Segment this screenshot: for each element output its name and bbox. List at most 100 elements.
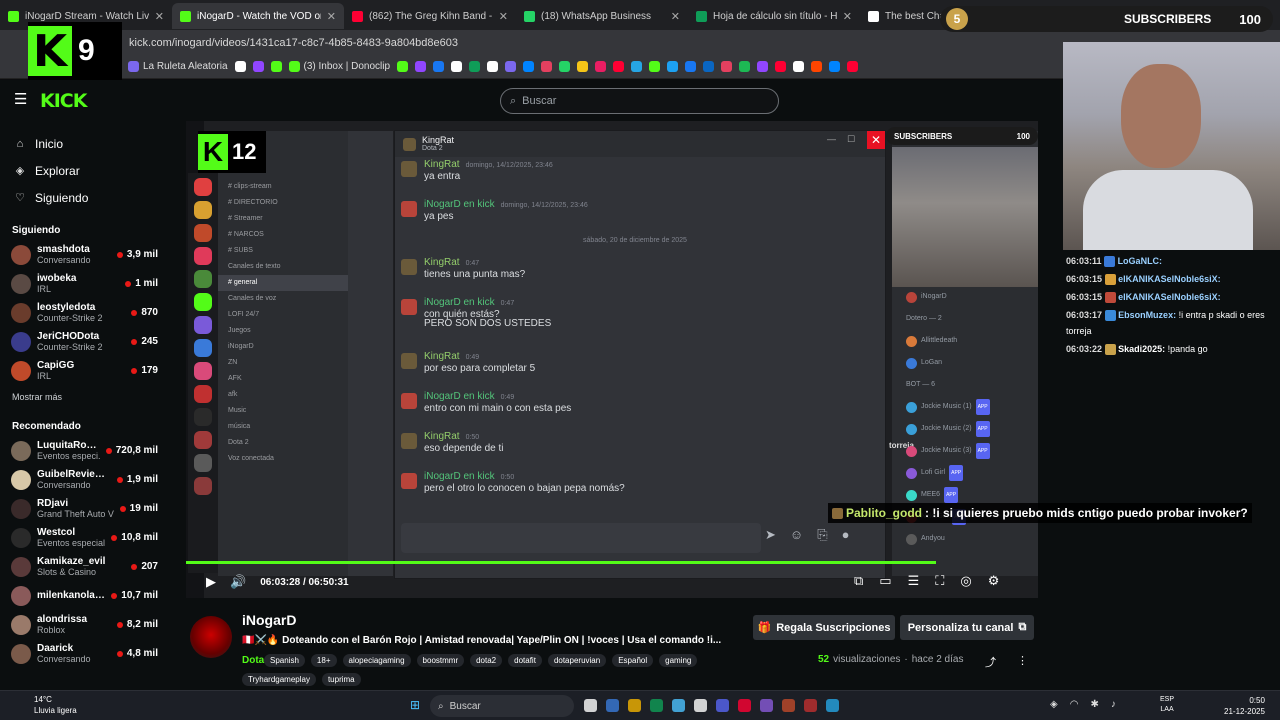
member-item[interactable]: BOT — 6 (892, 377, 1038, 393)
discord-channel[interactable]: # clips-stream (218, 179, 348, 195)
hamburger-menu-icon[interactable]: ☰ (14, 90, 27, 108)
bookmark[interactable] (649, 61, 661, 72)
bookmark[interactable] (523, 61, 535, 72)
tag[interactable]: dotafit (508, 654, 542, 667)
member-item[interactable]: MEE6 APP (892, 487, 1038, 503)
volume-icon[interactable]: 🔊 (230, 574, 246, 590)
discord-channel[interactable]: Juegos (218, 323, 348, 339)
pip-icon[interactable]: ⧉ (854, 573, 863, 589)
server-icon[interactable] (194, 201, 212, 219)
member-item[interactable]: Jockie Music (2) APP (892, 421, 1038, 437)
discord-channel[interactable]: # general (218, 275, 348, 291)
taskbar-search[interactable]: ⌕ Buscar (430, 695, 574, 717)
member-item[interactable]: Jockie Music (1) APP (892, 399, 1038, 415)
browser-tab[interactable]: (18) WhatsApp Business ✕ (516, 3, 688, 29)
mic-icon[interactable]: ♪ (1111, 699, 1116, 710)
clip-icon[interactable]: ◎ (960, 573, 971, 589)
chat-username[interactable]: LoGaNLC: (1118, 256, 1163, 266)
channel-item[interactable]: Daarick Conversando 4,8 mil (0, 639, 180, 668)
discord-channel[interactable]: Canales de texto (218, 259, 348, 275)
channel-item[interactable]: Kamikaze_evil Slots & Casino 207 (0, 552, 180, 581)
bookmark[interactable] (541, 61, 553, 72)
tag[interactable]: Tryhardgameplay (242, 673, 316, 686)
taskbar-app-icon[interactable] (628, 699, 641, 712)
url-text[interactable]: kick.com/inogard/videos/1431ca17-c8c7-4b… (129, 37, 458, 49)
bookmark[interactable] (613, 61, 625, 72)
nav-item-siguiendo[interactable]: ♡ Siguiendo (0, 184, 180, 211)
member-item[interactable]: LoGan (892, 355, 1038, 371)
discord-channel[interactable]: Dota 2 (218, 435, 348, 451)
bookmark[interactable] (775, 61, 787, 72)
message-user[interactable]: KingRat (424, 351, 460, 362)
weather-widget[interactable]: 14°C Lluvia ligera (34, 694, 77, 716)
kick-logo[interactable]: KICK (40, 90, 87, 112)
discord-channel[interactable]: Voz conectada (218, 451, 348, 467)
clock[interactable]: 0:50 21-12-2025 (1224, 695, 1265, 717)
close-tab-icon[interactable]: ✕ (671, 10, 680, 23)
server-icon[interactable] (194, 385, 212, 403)
channel-item[interactable]: smashdota Conversando 3,9 mil (0, 240, 180, 269)
maximize-icon[interactable]: ☐ (847, 134, 855, 145)
channel-item[interactable]: GuibelReviewsD...Conversando 1,9 mil (0, 465, 180, 494)
tag[interactable]: gaming (659, 654, 698, 667)
member-item[interactable]: Dotero — 2 (892, 311, 1038, 327)
bookmark[interactable]: La Ruleta Aleatoria (128, 61, 228, 72)
member-item[interactable]: iNogarD (892, 289, 1038, 305)
close-tab-icon[interactable]: ✕ (155, 10, 164, 23)
bookmark[interactable] (252, 61, 264, 72)
discord-channel[interactable]: ZN (218, 355, 348, 371)
discord-channel[interactable]: música (218, 419, 348, 435)
bookmark[interactable] (505, 61, 517, 72)
channel-item[interactable]: alondrissa Roblox 8,2 mil (0, 610, 180, 639)
customize-channel-button[interactable]: Personaliza tu canal ⧉ (900, 615, 1034, 640)
discord-channel[interactable]: LOFI 24/7 (218, 307, 348, 323)
channel-item[interactable]: iwobeka IRL 1 mil (0, 269, 180, 298)
channel-item[interactable]: JeriCHODota Counter-Strike 2 245 (0, 327, 180, 356)
channel-item[interactable]: LuquitaRodri...Eventos especi... 720,8 mi… (0, 436, 180, 465)
streamer-name[interactable]: iNogarD (242, 612, 296, 628)
bookmark[interactable] (811, 61, 823, 72)
channel-item[interactable]: CapiGG IRL 179 (0, 356, 180, 385)
bookmark[interactable] (451, 61, 463, 72)
bookmark[interactable] (847, 61, 859, 72)
taskbar-app-icon[interactable] (760, 699, 773, 712)
close-icon[interactable]: ✕ (867, 131, 885, 149)
discord-channel[interactable]: AFK (218, 371, 348, 387)
message-user[interactable]: KingRat (424, 159, 460, 170)
server-icon[interactable] (194, 247, 212, 265)
bookmark[interactable] (234, 61, 246, 72)
message-user[interactable]: iNogarD en kick (424, 199, 495, 210)
bookmark[interactable] (487, 61, 499, 72)
channel-item[interactable]: RDjaviGrand Theft Auto V ... 19 mil (0, 494, 180, 523)
bluetooth-icon[interactable]: ✱ (1090, 699, 1098, 710)
server-icon[interactable] (194, 408, 212, 426)
bookmark[interactable] (469, 61, 481, 72)
server-icon[interactable] (194, 293, 212, 311)
member-item[interactable]: Allittledeath (892, 333, 1038, 349)
bookmark[interactable] (757, 61, 769, 72)
bookmark[interactable] (397, 61, 409, 72)
discord-channel[interactable]: afk (218, 387, 348, 403)
bookmark[interactable] (270, 61, 282, 72)
bookmark[interactable]: (3) Inbox | Donoclip (288, 61, 390, 72)
bookmark[interactable] (685, 61, 697, 72)
fullscreen-icon[interactable]: ⛶ (935, 573, 944, 589)
nav-item-explorar[interactable]: ◈ Explorar (0, 157, 180, 184)
server-icon[interactable] (194, 431, 212, 449)
server-icon[interactable] (194, 477, 212, 495)
taskbar-app-icon[interactable] (672, 699, 685, 712)
play-icon[interactable]: ▶ (206, 574, 216, 590)
share-icon[interactable]: ⤴ (985, 654, 996, 670)
discord-channel[interactable]: iNogarD (218, 339, 348, 355)
gift-subs-button[interactable]: 🎁 Regala Suscripciones (753, 615, 895, 640)
tag[interactable]: alopeciagaming (342, 654, 411, 667)
browser-tab[interactable]: iNogarD - Watch the VOD on K ✕ (172, 3, 344, 29)
tag[interactable]: dota2 (470, 654, 503, 667)
discord-channel[interactable]: # Streamer (218, 211, 348, 227)
browser-tab[interactable]: Hoja de cálculo sin título - Hoja ✕ (688, 3, 860, 29)
emoji-icon[interactable]: ☺ (790, 527, 803, 543)
browser-tab[interactable]: (862) The Greg Kihn Band - Jeo ✕ (344, 3, 516, 29)
avatar[interactable] (190, 616, 232, 658)
captions-icon[interactable]: ☰ (908, 573, 920, 589)
taskbar-app-icon[interactable] (584, 699, 597, 712)
